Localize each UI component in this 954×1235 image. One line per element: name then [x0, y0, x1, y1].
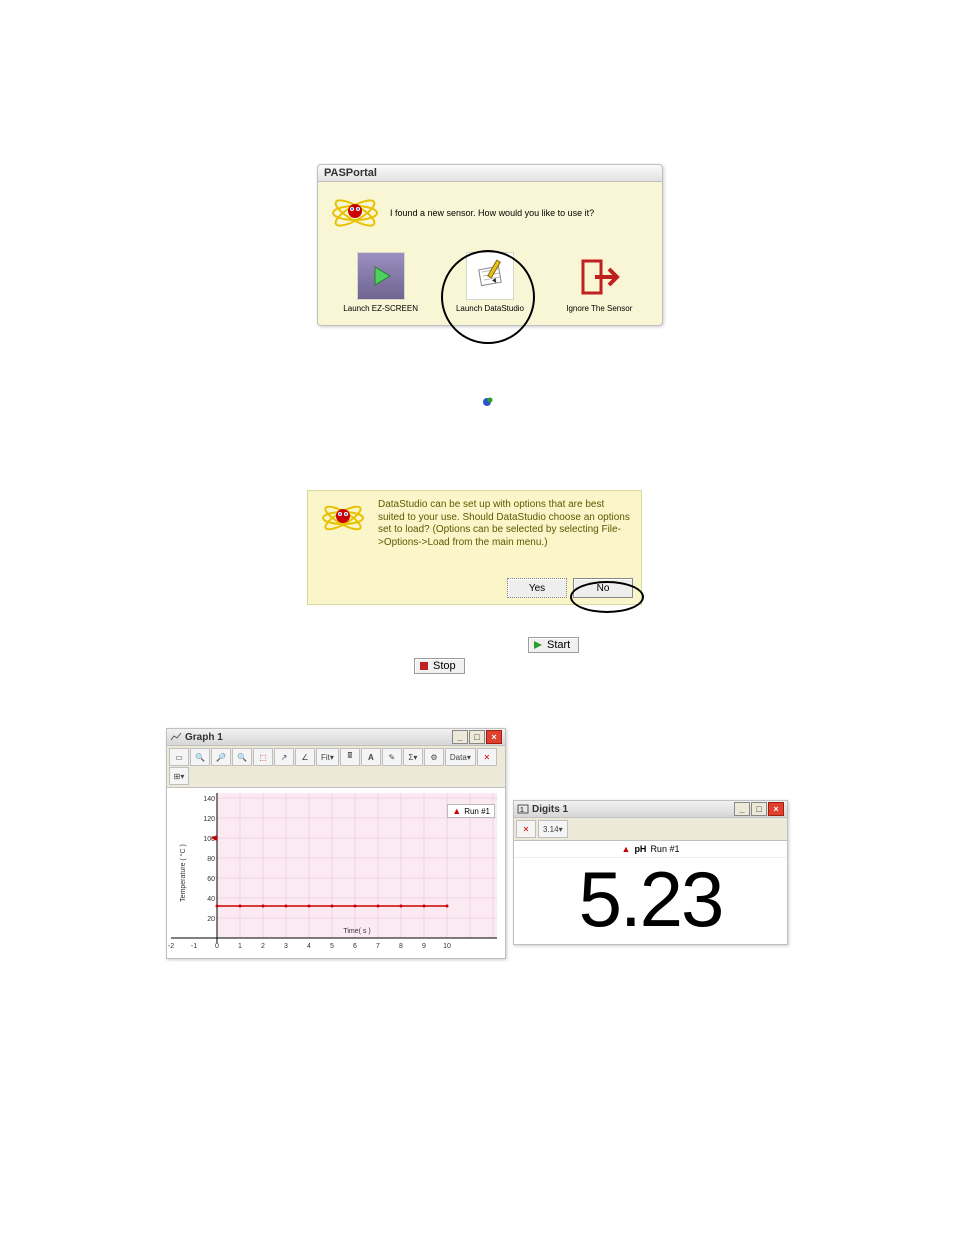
play-icon — [533, 640, 543, 650]
graph-plot-area[interactable]: 20406080100120140 -2-1012345678910 Tempe… — [167, 788, 505, 958]
format-dropdown[interactable]: 3.14 ▾ — [538, 820, 568, 838]
close-button[interactable]: × — [768, 802, 784, 816]
settings-icon[interactable]: ⚙ — [424, 748, 444, 766]
svg-text:40: 40 — [207, 896, 215, 903]
svg-text:6: 6 — [353, 943, 357, 950]
stop-button[interactable]: Stop — [414, 658, 465, 674]
digits-toolbar: ✕ 3.14 ▾ — [514, 818, 787, 841]
svg-text:60: 60 — [207, 876, 215, 883]
options-load-dialog: DataStudio can be set up with options th… — [307, 490, 642, 605]
yes-button[interactable]: Yes — [507, 578, 567, 598]
atom-mascot-icon — [318, 497, 368, 542]
maximize-button[interactable]: □ — [469, 730, 485, 744]
slope-tool-icon[interactable]: ∠ — [295, 748, 315, 766]
stop-icon — [419, 661, 429, 671]
start-button[interactable]: Start — [528, 637, 579, 653]
svg-text:3: 3 — [284, 943, 288, 950]
stop-label: Stop — [433, 660, 456, 672]
graph-legend[interactable]: ▲ Run #1 — [447, 804, 495, 818]
sigma-dropdown[interactable]: Σ▾ — [403, 748, 423, 766]
graph-titlebar[interactable]: Graph 1 _ □ × — [167, 729, 505, 746]
minimize-button[interactable]: _ — [734, 802, 750, 816]
svg-text:20: 20 — [207, 916, 215, 923]
digits-legend-run: Run #1 — [650, 844, 679, 854]
graph-title: Graph 1 — [185, 732, 223, 743]
svg-text:80: 80 — [207, 856, 215, 863]
graph-xlabel: Time( s ) — [343, 928, 370, 935]
maximize-button[interactable]: □ — [751, 802, 767, 816]
fit-dropdown[interactable]: Fit ▾ — [316, 748, 339, 766]
svg-text:8: 8 — [399, 943, 403, 950]
svg-text:2: 2 — [261, 943, 265, 950]
graph-toolbar: ▭ 🔍 🔎 🔍 ⬚ ↗ ∠ Fit ▾ 🖩 A ✎ Σ▾ ⚙ Data ▾ ✕ … — [167, 746, 505, 788]
note-icon[interactable]: A — [361, 748, 381, 766]
axis-tool-icon[interactable]: ↗ — [274, 748, 294, 766]
play-icon — [357, 252, 405, 300]
exit-icon — [576, 254, 622, 300]
ignore-sensor-label: Ignore The Sensor — [566, 304, 632, 313]
zoom-select-icon[interactable]: 🔍 — [232, 748, 252, 766]
zoom-in-icon[interactable]: 🔍 — [190, 748, 210, 766]
svg-text:10: 10 — [443, 943, 451, 950]
options-icon[interactable]: ⊞▾ — [169, 767, 189, 785]
digits-legend-name: pH — [634, 844, 646, 854]
digits-title: Digits 1 — [532, 804, 568, 815]
pasportal-message: I found a new sensor. How would you like… — [390, 208, 594, 218]
zoom-out-icon[interactable]: 🔎 — [211, 748, 231, 766]
digits-window: 1 Digits 1 _ □ × ✕ 3.14 ▾ ▲ pH Run #1 5.… — [513, 800, 788, 945]
digits-window-icon: 1 — [517, 804, 529, 814]
notebook-pencil-icon — [466, 252, 514, 300]
datastudio-small-icon — [480, 395, 494, 409]
graph-window: Graph 1 _ □ × ▭ 🔍 🔎 🔍 ⬚ ↗ ∠ Fit ▾ 🖩 A ✎ … — [166, 728, 506, 959]
no-button[interactable]: No — [573, 578, 633, 598]
svg-text:-2: -2 — [168, 943, 174, 950]
svg-text:120: 120 — [203, 816, 215, 823]
minimize-button[interactable]: _ — [452, 730, 468, 744]
select-tool-icon[interactable]: ▭ — [169, 748, 189, 766]
legend-run-label: Run #1 — [464, 807, 490, 816]
pasportal-titlebar: PASPortal — [318, 165, 662, 182]
start-label: Start — [547, 639, 570, 651]
atom-mascot-icon — [330, 192, 380, 234]
svg-text:4: 4 — [307, 943, 311, 950]
ignore-sensor-option[interactable]: Ignore The Sensor — [549, 254, 649, 313]
digits-titlebar[interactable]: 1 Digits 1 _ □ × — [514, 801, 787, 818]
options-load-text: DataStudio can be set up with options th… — [378, 499, 633, 549]
svg-text:5: 5 — [330, 943, 334, 950]
launch-ezscreen-option[interactable]: Launch EZ-SCREEN — [331, 252, 431, 313]
close-button[interactable]: × — [486, 730, 502, 744]
launch-datastudio-label: Launch DataStudio — [456, 304, 524, 313]
launch-datastudio-option[interactable]: Launch DataStudio — [440, 252, 540, 313]
launch-ezscreen-label: Launch EZ-SCREEN — [343, 304, 418, 313]
pasportal-body: I found a new sensor. How would you like… — [318, 182, 662, 325]
text-edit-icon[interactable]: ✎ — [382, 748, 402, 766]
graph-ylabel: Temperature ( °C ) — [179, 844, 187, 902]
calculator-icon[interactable]: 🖩 — [340, 748, 360, 766]
data-dropdown[interactable]: Data ▾ — [445, 748, 476, 766]
svg-text:140: 140 — [203, 796, 215, 803]
autoscale-icon[interactable]: ⬚ — [253, 748, 273, 766]
svg-text:-1: -1 — [191, 943, 197, 950]
delete-icon[interactable]: ✕ — [516, 820, 536, 838]
pasportal-dialog: PASPortal I found a new sensor. How — [317, 164, 663, 326]
svg-text:7: 7 — [376, 943, 380, 950]
delete-icon[interactable]: ✕ — [477, 748, 497, 766]
triangle-marker-icon: ▲ — [452, 806, 461, 816]
digits-value: 5.23 — [514, 858, 787, 944]
graph-window-icon — [170, 732, 182, 742]
svg-text:0: 0 — [215, 943, 219, 950]
triangle-marker-icon: ▲ — [622, 844, 631, 854]
svg-text:1: 1 — [520, 807, 524, 814]
svg-text:1: 1 — [238, 943, 242, 950]
svg-text:9: 9 — [422, 943, 426, 950]
